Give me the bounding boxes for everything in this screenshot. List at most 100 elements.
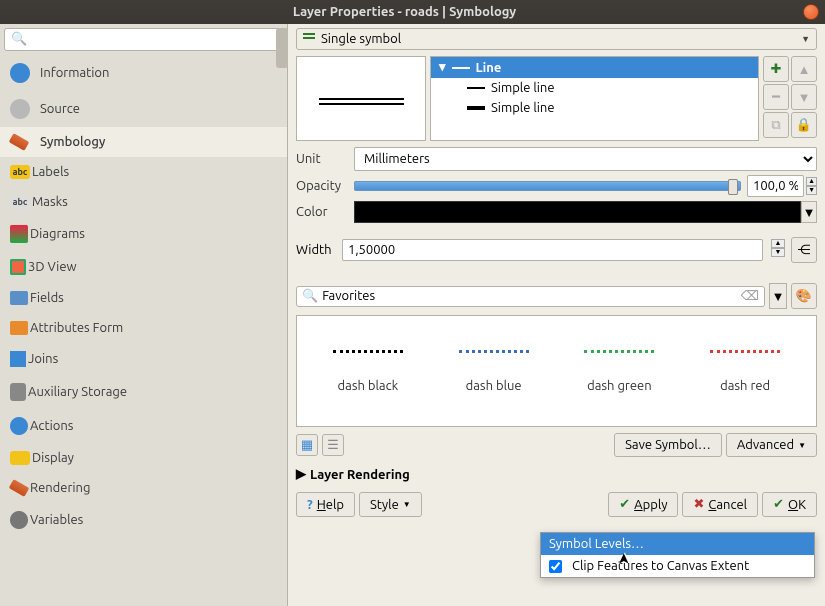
sidebar-item-masks[interactable]: abcMasks [0,187,287,217]
window-titlebar: Layer Properties - roads | Symbology [0,0,825,24]
sidebar-item-3dview[interactable]: 3D View [0,251,287,283]
sidebar-item-diagrams[interactable]: Diagrams [0,217,287,251]
color-swatch-button[interactable] [354,201,801,223]
style-manager-button[interactable]: 🎨 [791,283,817,309]
icon-view-button[interactable]: ▦ [296,434,318,456]
color-dropdown-button[interactable]: ▼ [801,201,817,223]
sidebar-item-label: Fields [30,291,64,305]
mouse-cursor-icon [616,549,632,569]
favorites-dropdown-button[interactable]: ▼ [769,283,787,309]
data-defined-override-button[interactable]: ⋲ [791,237,817,263]
actions-icon [10,417,28,435]
tree-row-child[interactable]: Simple line [431,78,758,98]
joins-icon [10,351,26,367]
tree-row-label: Line [476,61,502,75]
advanced-button[interactable]: Advanced▼ [726,433,817,457]
sidebar-item-source[interactable]: Source [0,91,287,127]
expand-icon: ▾ [439,60,446,75]
lock-layer-button[interactable]: 🔒 [791,112,817,138]
variables-icon [10,511,28,529]
chevron-down-icon: ▼ [803,205,816,220]
ok-button[interactable]: ✔OK [762,492,817,517]
tree-row-child[interactable]: Simple line [431,98,758,118]
list-view-button[interactable]: ☰ [322,434,344,456]
cube-icon [10,259,26,275]
symbol-layer-tree[interactable]: ▾ Line Simple line Simple line [430,56,759,141]
help-icon: ? [307,498,313,512]
form-icon [10,321,28,335]
gallery-item-label: dash black [338,379,399,393]
opacity-value-input[interactable] [747,175,804,197]
source-icon [10,99,30,119]
sidebar-item-labels[interactable]: abcLabels [0,157,287,187]
save-symbol-button[interactable]: Save Symbol… [614,433,722,457]
duplicate-layer-button[interactable]: ⧉ [763,112,789,138]
move-up-button[interactable]: ▲ [791,56,817,82]
help-button[interactable]: ?Help [296,492,355,517]
check-icon: ✔ [773,497,784,512]
layer-rendering-section[interactable]: ▶ Layer Rendering [296,463,817,486]
menu-item-symbol-levels[interactable]: Symbol Levels… [541,533,814,555]
sidebar-item-joins[interactable]: Joins [0,343,287,375]
sidebar-item-rendering[interactable]: Rendering [0,473,287,503]
width-spinner[interactable]: ▲▼ [771,239,785,261]
width-input[interactable] [342,239,763,261]
sidebar-item-label: Labels [32,165,69,179]
plus-icon: ✚ [771,62,782,77]
unit-select[interactable]: Millimeters [354,147,817,171]
dashline-icon [710,350,780,353]
favorites-filter-input[interactable]: 🔍 Favorites ⌫ [296,286,765,307]
remove-layer-button[interactable]: ━ [763,84,789,110]
gallery-item[interactable]: dash blue [459,350,529,393]
sidebar-item-label: Source [40,102,80,116]
chevron-down-icon: ▼ [798,441,806,450]
grid-icon: ▦ [301,438,313,453]
sidebar-item-auxiliary-storage[interactable]: Auxiliary Storage [0,375,287,409]
sidebar-item-symbology[interactable]: Symbology [0,127,287,157]
sidebar-item-information[interactable]: Information [0,55,287,91]
opacity-slider[interactable] [354,181,741,191]
lock-icon: 🔒 [796,118,812,133]
line-swatch-icon [452,67,470,69]
symbol-type-selector[interactable]: Single symbol ▼ [296,28,817,50]
style-button[interactable]: Style▼ [359,492,422,517]
tree-row-line[interactable]: ▾ Line [431,57,758,78]
unit-label: Unit [296,152,348,166]
diagrams-icon [10,225,28,243]
sidebar-item-attributes-form[interactable]: Attributes Form [0,313,287,343]
clear-icon[interactable]: ⌫ [741,289,759,304]
move-down-button[interactable]: ▼ [791,84,817,110]
gallery-item[interactable]: dash red [710,350,780,393]
dashline-icon [333,350,403,353]
labels-icon: abc [10,165,30,179]
clip-features-checkbox[interactable] [549,560,562,573]
render-icon [9,479,30,497]
gallery-item[interactable]: dash green [584,350,654,393]
sidebar-scrollbar[interactable] [276,28,288,68]
minus-icon: ━ [772,90,780,105]
sidebar-item-variables[interactable]: Variables [0,503,287,537]
menu-item-clip-features[interactable]: Clip Features to Canvas Extent [541,555,814,577]
slider-thumb[interactable] [728,179,738,195]
palette-icon: 🎨 [796,289,812,304]
sidebar-item-actions[interactable]: Actions [0,409,287,443]
fields-icon [10,291,28,305]
symbol-preview [296,56,426,141]
sidebar-item-fields[interactable]: Fields [0,283,287,313]
paintbrush-icon [9,133,30,151]
window-title: Layer Properties - roads | Symbology [6,5,803,19]
sidebar-item-label: Diagrams [30,227,85,241]
display-icon [10,451,30,465]
single-symbol-icon [303,33,315,45]
triangle-down-icon: ▼ [798,90,811,105]
close-icon[interactable] [803,4,819,20]
sidebar-search-input[interactable] [4,28,283,51]
opacity-spinner[interactable]: ▲▼ [806,177,817,195]
list-icon: ☰ [327,438,339,453]
apply-button[interactable]: ✔Apply [608,492,678,517]
cancel-button[interactable]: ✖Cancel [682,492,758,517]
chevron-down-icon: ▼ [801,34,810,44]
add-layer-button[interactable]: ✚ [763,56,789,82]
gallery-item[interactable]: dash black [333,350,403,393]
sidebar-item-display[interactable]: Display [0,443,287,473]
